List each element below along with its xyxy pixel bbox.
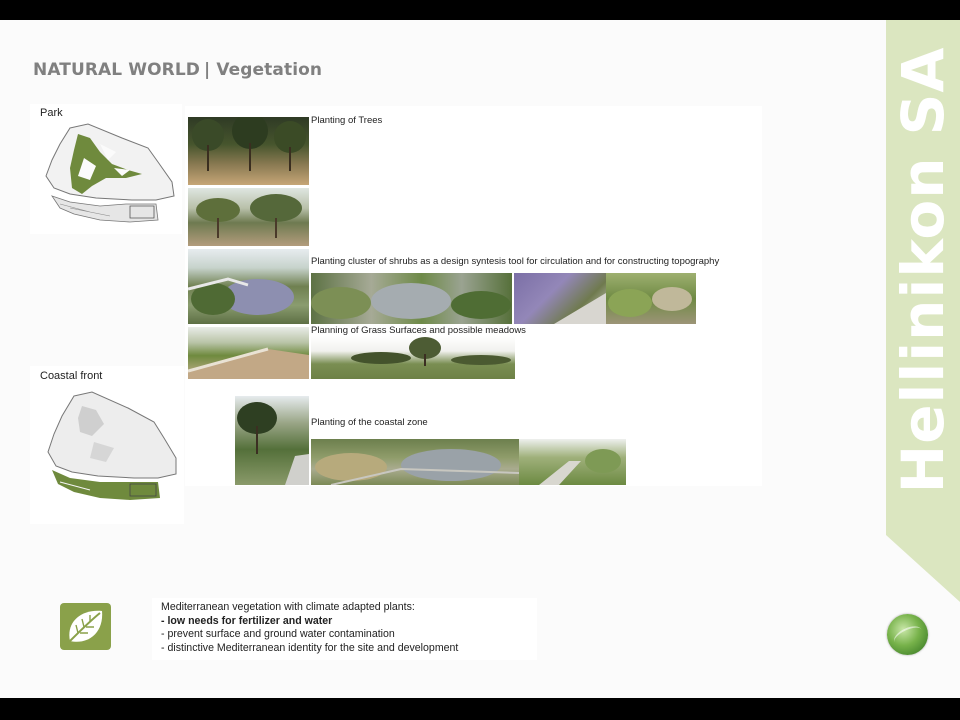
photo-shrubs-4 bbox=[606, 273, 696, 324]
summary-text: Mediterranean vegetation with climate ad… bbox=[152, 598, 537, 660]
summary-bullet-1: - low needs for fertilizer and water bbox=[161, 614, 333, 627]
title-sub: Vegetation bbox=[216, 60, 323, 80]
photo-trees-2 bbox=[188, 188, 309, 246]
coastal-map: Coastal front bbox=[30, 366, 184, 524]
photo-shrubs-1 bbox=[188, 249, 309, 324]
caption-coastal: Planting of the coastal zone bbox=[311, 417, 428, 428]
globe-logo-icon bbox=[887, 614, 928, 655]
page-title: NATURAL WORLD | Vegetation bbox=[33, 60, 322, 80]
photo-coastal-1 bbox=[235, 396, 309, 485]
summary-bullet-3: - distinctive Mediterranean identity for… bbox=[161, 641, 459, 654]
title-main: NATURAL WORLD bbox=[33, 60, 201, 80]
photo-coastal-2 bbox=[311, 439, 519, 485]
photo-coastal-3 bbox=[519, 439, 626, 485]
slide: NATURAL WORLD | Vegetation Hellinikon SA P… bbox=[0, 20, 960, 698]
photo-grass-1 bbox=[188, 327, 309, 379]
coastal-site-plan bbox=[47, 391, 177, 500]
park-map: Park bbox=[30, 104, 182, 234]
summary-intro: Mediterranean vegetation with climate ad… bbox=[161, 601, 415, 613]
caption-shrubs: Planting cluster of shrubs as a design s… bbox=[311, 256, 720, 267]
leaf-icon bbox=[60, 603, 111, 650]
summary-bullet-2: - prevent surface and ground water conta… bbox=[161, 628, 395, 640]
photo-shrubs-3 bbox=[514, 273, 606, 324]
title-separator: | bbox=[204, 60, 211, 80]
photo-grass-2 bbox=[311, 336, 515, 379]
caption-grass: Planning of Grass Surfaces and possible … bbox=[311, 325, 526, 336]
brand-text: Hellinikon SA bbox=[889, 46, 957, 494]
park-site-plan bbox=[45, 123, 175, 223]
brand-logotype: Hellinikon SA bbox=[886, 47, 960, 494]
photo-trees-1 bbox=[188, 117, 309, 185]
photo-shrubs-2 bbox=[311, 273, 512, 324]
caption-trees: Planting of Trees bbox=[311, 115, 383, 126]
